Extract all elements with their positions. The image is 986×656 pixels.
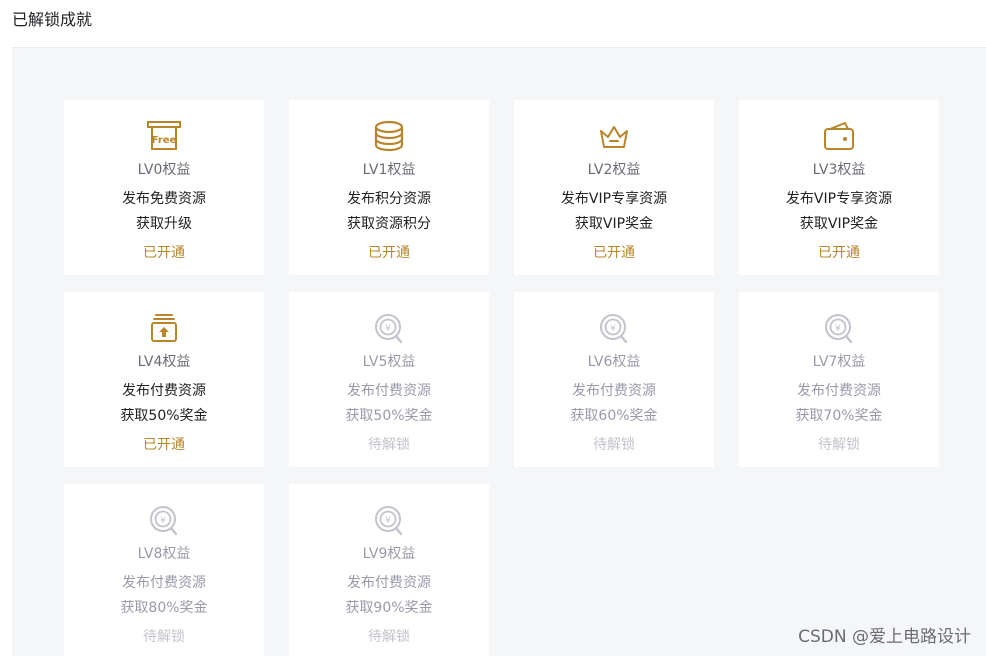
card-level: LV3权益 bbox=[812, 162, 866, 178]
card-benefit-line2: 获取VIP奖金 bbox=[574, 216, 654, 232]
card-benefit-line2: 获取资源积分 bbox=[347, 216, 431, 232]
card-status: 已开通 bbox=[143, 437, 185, 453]
watermark: CSDN @爱上电路设计 bbox=[798, 627, 971, 647]
card-benefit-line1: 发布付费资源 bbox=[797, 383, 881, 399]
svg-text:Free: Free bbox=[152, 135, 177, 146]
card-benefit-line1: 发布付费资源 bbox=[347, 383, 431, 399]
crown-icon bbox=[600, 126, 628, 148]
achievement-card-lv6: ¥ LV6权益 发布付费资源 获取60%奖金 待解锁 bbox=[514, 292, 714, 467]
achievements-page: 已解锁成就 Free LV0权益 发布免费资源 获取升级 已开通 LV1权益 发… bbox=[0, 0, 986, 656]
achievement-card-lv7: ¥ LV7权益 发布付费资源 获取70%奖金 待解锁 bbox=[739, 292, 939, 467]
card-status: 待解锁 bbox=[368, 437, 410, 453]
card-benefit-line2: 获取90%奖金 bbox=[345, 600, 433, 616]
card-level: LV0权益 bbox=[137, 162, 191, 178]
card-benefit-line1: 发布积分资源 bbox=[347, 191, 431, 207]
card-benefit-line1: 发布付费资源 bbox=[572, 383, 656, 399]
card-status: 已开通 bbox=[818, 245, 860, 261]
card-benefit-line1: 发布免费资源 bbox=[122, 191, 206, 207]
card-benefit-line1: 发布VIP专享资源 bbox=[560, 191, 668, 207]
coin-stack-icon bbox=[374, 120, 404, 152]
card-level: LV4权益 bbox=[137, 354, 191, 370]
svg-text:¥: ¥ bbox=[835, 324, 841, 334]
card-status: 待解锁 bbox=[818, 437, 860, 453]
card-status: 已开通 bbox=[593, 245, 635, 261]
wallet-icon bbox=[824, 122, 854, 150]
achievement-card-lv8: ¥ LV8权益 发布付费资源 获取80%奖金 待解锁 bbox=[64, 484, 264, 656]
card-status: 已开通 bbox=[143, 245, 185, 261]
achievement-card-lv4: LV4权益 发布付费资源 获取50%奖金 已开通 bbox=[64, 292, 264, 467]
achievement-card-lv1: LV1权益 发布积分资源 获取资源积分 已开通 bbox=[289, 100, 489, 275]
card-benefit-line2: 获取60%奖金 bbox=[570, 408, 658, 424]
achievement-card-lv9: ¥ LV9权益 发布付费资源 获取90%奖金 待解锁 bbox=[289, 484, 489, 656]
card-benefit-line2: 获取50%奖金 bbox=[345, 408, 433, 424]
achievements-panel: Free LV0权益 发布免费资源 获取升级 已开通 LV1权益 发布积分资源 … bbox=[12, 47, 986, 656]
free-badge-icon: Free bbox=[147, 121, 181, 150]
card-benefit-line1: 发布付费资源 bbox=[122, 575, 206, 591]
card-benefit-line1: 发布VIP专享资源 bbox=[785, 191, 893, 207]
achievement-card-lv5: ¥ LV5权益 发布付费资源 获取50%奖金 待解锁 bbox=[289, 292, 489, 467]
card-level: LV2权益 bbox=[587, 162, 641, 178]
card-status: 待解锁 bbox=[593, 437, 635, 453]
achievement-grid: Free LV0权益 发布免费资源 获取升级 已开通 LV1权益 发布积分资源 … bbox=[64, 100, 939, 656]
card-benefit-line1: 发布付费资源 bbox=[122, 383, 206, 399]
card-benefit-line1: 发布付费资源 bbox=[347, 575, 431, 591]
card-benefit-line2: 获取80%奖金 bbox=[120, 600, 208, 616]
card-level: LV5权益 bbox=[362, 354, 416, 370]
locked-coin-icon: ¥ bbox=[600, 314, 628, 344]
card-benefit-line2: 获取50%奖金 bbox=[120, 408, 208, 424]
card-level: LV7权益 bbox=[812, 354, 866, 370]
locked-coin-icon: ¥ bbox=[825, 314, 853, 344]
locked-coin-icon: ¥ bbox=[150, 506, 178, 536]
upload-box-icon bbox=[151, 314, 177, 342]
svg-text:¥: ¥ bbox=[385, 324, 391, 334]
card-level: LV6权益 bbox=[587, 354, 641, 370]
card-benefit-line2: 获取升级 bbox=[136, 216, 192, 232]
achievement-card-lv2: LV2权益 发布VIP专享资源 获取VIP奖金 已开通 bbox=[514, 100, 714, 275]
card-status: 待解锁 bbox=[368, 629, 410, 645]
achievement-card-lv3: LV3权益 发布VIP专享资源 获取VIP奖金 已开通 bbox=[739, 100, 939, 275]
card-level: LV9权益 bbox=[362, 546, 416, 562]
locked-coin-icon: ¥ bbox=[375, 506, 403, 536]
svg-text:¥: ¥ bbox=[610, 324, 616, 334]
page-title: 已解锁成就 bbox=[12, 10, 93, 29]
locked-coin-icon: ¥ bbox=[375, 314, 403, 344]
achievement-card-lv0: Free LV0权益 发布免费资源 获取升级 已开通 bbox=[64, 100, 264, 275]
card-status: 已开通 bbox=[368, 245, 410, 261]
card-benefit-line2: 获取VIP奖金 bbox=[799, 216, 879, 232]
card-status: 待解锁 bbox=[143, 629, 185, 645]
svg-text:¥: ¥ bbox=[160, 516, 166, 526]
card-level: LV1权益 bbox=[362, 162, 416, 178]
card-level: LV8权益 bbox=[137, 546, 191, 562]
card-benefit-line2: 获取70%奖金 bbox=[795, 408, 883, 424]
svg-text:¥: ¥ bbox=[385, 516, 391, 526]
